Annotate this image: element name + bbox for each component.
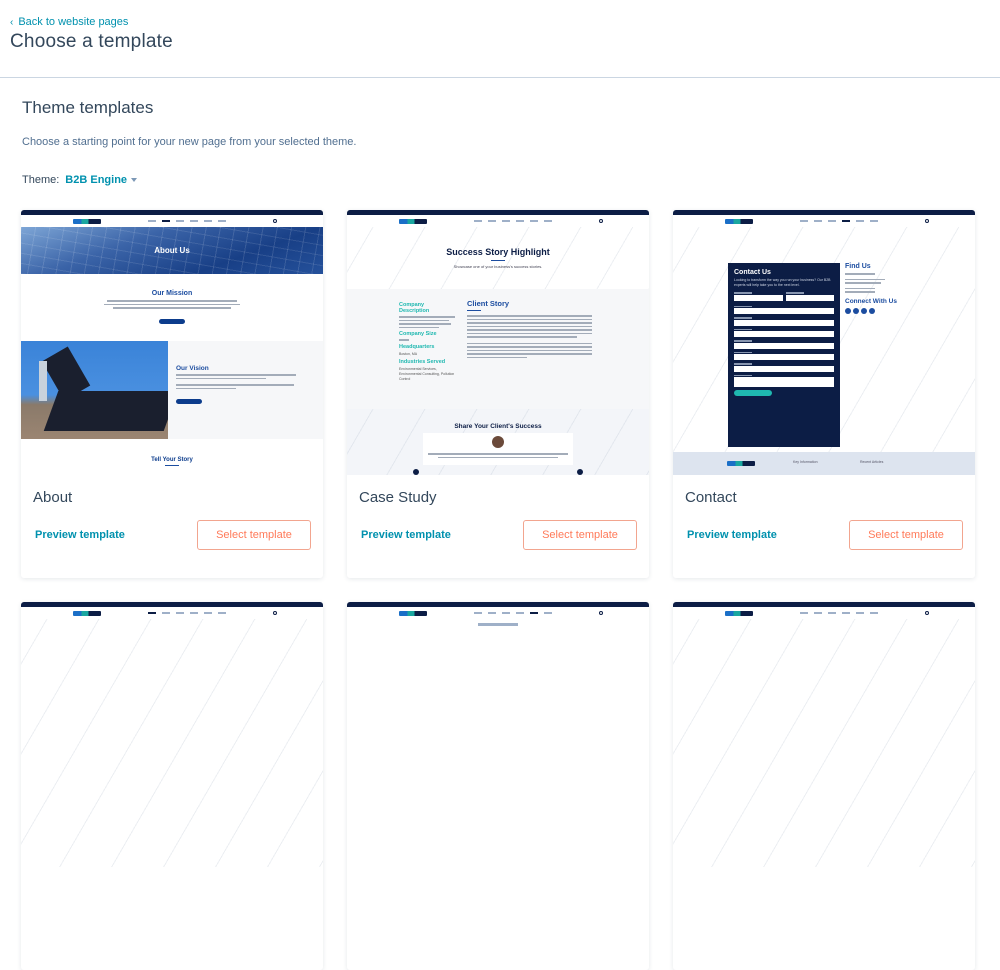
caret-down-icon bbox=[131, 178, 138, 182]
card-body: Case Study Preview template Select templ… bbox=[347, 475, 649, 564]
template-thumbnail[interactable] bbox=[347, 602, 649, 867]
section-title: Theme templates bbox=[22, 98, 154, 117]
thumb-story: Tell Your Story bbox=[21, 439, 323, 466]
thumb-heading: Headquarters bbox=[399, 343, 435, 350]
thumb-nav bbox=[21, 215, 323, 227]
thumb-form-intro: Looking to transform the way you run you… bbox=[734, 278, 831, 287]
template-name: Case Study bbox=[359, 489, 437, 506]
template-card bbox=[673, 602, 975, 970]
theme-templates-section: Theme templates Choose a starting point … bbox=[0, 78, 1000, 186]
preview-template-link[interactable]: Preview template bbox=[685, 529, 777, 541]
thumb-menu bbox=[148, 220, 226, 222]
thumb-contact-form: Contact Us Looking to transform the way … bbox=[728, 263, 840, 447]
chevron-left-icon: ‹ bbox=[10, 16, 14, 28]
thumb-footer-col: Recent Articles bbox=[860, 460, 884, 464]
template-card-case-study: Success Story Highlight Showcase one of … bbox=[347, 210, 649, 578]
template-thumbnail[interactable]: About Us Our Mission Our Vision Tell You… bbox=[21, 210, 323, 475]
thumb-industries-value: Environmental Services, Environmental Co… bbox=[399, 366, 455, 381]
template-name: Contact bbox=[685, 489, 737, 506]
preview-template-link[interactable]: Preview template bbox=[359, 529, 451, 541]
template-card bbox=[21, 602, 323, 970]
thumb-menu bbox=[474, 220, 552, 222]
search-icon bbox=[925, 611, 929, 615]
thumb-heading: Industries Served bbox=[399, 358, 446, 365]
logo bbox=[725, 218, 753, 224]
logo bbox=[399, 218, 427, 224]
template-name: About bbox=[33, 489, 73, 506]
thumb-nav bbox=[673, 215, 975, 227]
page-title: Choose a template bbox=[10, 31, 173, 52]
search-icon bbox=[599, 611, 603, 615]
thumb-story-title: Client Story bbox=[467, 299, 510, 308]
thumb-hero-title: Success Story Highlight bbox=[446, 247, 550, 257]
theme-value: B2B Engine bbox=[65, 174, 128, 186]
select-template-button[interactable]: Select template bbox=[523, 520, 637, 550]
logo bbox=[725, 610, 753, 616]
thumb-find-us: Find Us bbox=[845, 263, 871, 270]
thumb-solar-image bbox=[21, 341, 168, 439]
theme-row: Theme: B2B Engine bbox=[22, 174, 978, 186]
thumb-share: Share Your Client's Success bbox=[347, 409, 649, 475]
logo bbox=[399, 610, 427, 616]
theme-label: Theme: bbox=[22, 174, 60, 186]
card-body: About Preview template Select template bbox=[21, 475, 323, 564]
thumb-footer: Key Information Recent Articles bbox=[673, 452, 975, 475]
thumb-story-title: Tell Your Story bbox=[151, 457, 193, 463]
thumb-contact: Contact Us Looking to transform the way … bbox=[673, 227, 975, 475]
search-icon bbox=[925, 219, 929, 223]
thumb-hero: Success Story Highlight Showcase one of … bbox=[347, 227, 649, 289]
thumb-heading: Company Size bbox=[399, 331, 437, 337]
template-thumbnail[interactable] bbox=[673, 602, 975, 867]
thumb-mission: Our Mission bbox=[21, 274, 323, 341]
thumb-footer-col: Key Information bbox=[793, 460, 818, 464]
thumb-case-body: Company Description Company Size Headqua… bbox=[347, 289, 649, 409]
logo bbox=[73, 218, 101, 224]
card-body: Contact Preview template Select template bbox=[673, 475, 975, 564]
thumb-menu bbox=[800, 220, 878, 222]
template-thumbnail[interactable]: Success Story Highlight Showcase one of … bbox=[347, 210, 649, 475]
template-card-about: About Us Our Mission Our Vision Tell You… bbox=[21, 210, 323, 578]
thumb-hq-value: Boston, MA bbox=[399, 351, 418, 356]
card-actions: Preview template Select template bbox=[685, 520, 963, 550]
card-actions: Preview template Select template bbox=[359, 520, 637, 550]
back-link-label: Back to website pages bbox=[18, 16, 129, 28]
thumb-mission-title: Our Mission bbox=[151, 290, 193, 297]
search-icon bbox=[273, 219, 277, 223]
theme-dropdown[interactable]: B2B Engine bbox=[65, 174, 138, 186]
template-grid: About Us Our Mission Our Vision Tell You… bbox=[21, 210, 975, 970]
thumb-form-title: Contact Us bbox=[734, 269, 771, 276]
select-template-button[interactable]: Select template bbox=[849, 520, 963, 550]
select-template-button[interactable]: Select template bbox=[197, 520, 311, 550]
template-card-contact: Contact Us Looking to transform the way … bbox=[673, 210, 975, 578]
thumb-heading: Company Description bbox=[399, 302, 430, 314]
logo bbox=[73, 610, 101, 616]
thumb-hero-subtitle: Showcase one of your business's success … bbox=[453, 264, 543, 269]
thumb-share-title: Share Your Client's Success bbox=[454, 423, 542, 430]
search-icon bbox=[599, 219, 603, 223]
thumb-vision-title: Our Vision bbox=[176, 365, 209, 372]
thumb-hero-title: About Us bbox=[154, 246, 190, 255]
thumb-connect: Connect With Us bbox=[845, 297, 897, 305]
section-description: Choose a starting point for your new pag… bbox=[22, 136, 357, 148]
search-icon bbox=[273, 611, 277, 615]
template-thumbnail[interactable]: Contact Us Looking to transform the way … bbox=[673, 210, 975, 475]
thumb-nav bbox=[347, 215, 649, 227]
preview-template-link[interactable]: Preview template bbox=[33, 529, 125, 541]
thumb-hero: About Us bbox=[21, 227, 323, 274]
page-header: ‹ Back to website pages Choose a templat… bbox=[0, 0, 1000, 78]
template-card bbox=[347, 602, 649, 970]
thumb-vision: Our Vision bbox=[21, 341, 323, 439]
card-actions: Preview template Select template bbox=[33, 520, 311, 550]
template-thumbnail[interactable] bbox=[21, 602, 323, 867]
back-to-website-pages-link[interactable]: ‹ Back to website pages bbox=[10, 16, 990, 28]
